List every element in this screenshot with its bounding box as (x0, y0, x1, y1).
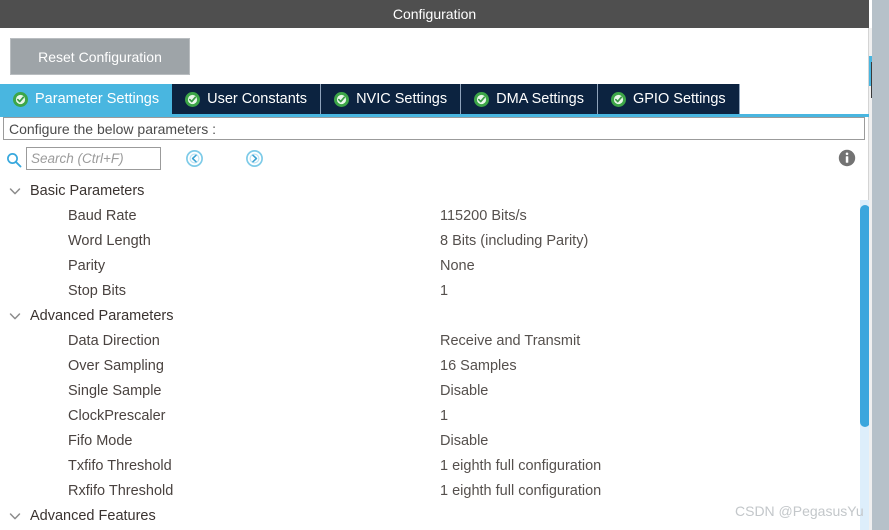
search-input[interactable] (26, 147, 161, 170)
parameter-row[interactable]: Rxfifo Threshold 1 eighth full configurat… (0, 478, 860, 503)
parameter-name: Word Length (68, 232, 151, 249)
parameter-name: ClockPrescaler (68, 407, 166, 424)
parameter-name: Parity (68, 257, 106, 274)
tab-label: GPIO Settings (632, 91, 726, 107)
info-icon[interactable] (838, 149, 856, 167)
tab-label: Parameter Settings (35, 91, 160, 107)
parameter-name: Txfifo Threshold (68, 457, 172, 474)
parameter-name: Rxfifo Threshold (68, 482, 174, 499)
parameter-value[interactable]: None (440, 258, 475, 274)
parameter-list: Basic Parameters Baud Rate 115200 Bits/s Wo… (0, 178, 860, 530)
parameter-name: Over Sampling (68, 357, 164, 374)
info-bar: Configure the below parameters : (3, 117, 865, 140)
info-bar-text: Configure the below parameters : (9, 120, 216, 137)
parameter-name: Baud Rate (68, 207, 137, 224)
green-check-icon (610, 91, 626, 107)
parameter-row[interactable]: Parity None (0, 253, 860, 278)
tab-strip: Parameter Settings User Constants NVIC Set… (0, 84, 869, 114)
configuration-panel: Reset Configuration Parameter Settings Us… (0, 28, 870, 530)
tab-label: User Constants (207, 91, 308, 107)
tab-parameter-settings[interactable]: Parameter Settings (0, 84, 173, 114)
parameter-row[interactable]: Data Direction Receive and Transmit (0, 328, 860, 353)
parameter-value[interactable]: 1 (440, 283, 448, 299)
search-icon[interactable] (6, 152, 22, 168)
parameter-group-header[interactable]: Basic Parameters (0, 178, 860, 203)
search-toolbar (0, 146, 869, 176)
parameter-name: Data Direction (68, 332, 160, 349)
parameter-value[interactable]: Disable (440, 383, 488, 399)
tab-user-constants[interactable]: User Constants (172, 84, 322, 114)
nav-forward-icon[interactable] (245, 149, 264, 168)
parameter-row[interactable]: Word Length 8 Bits (including Parity) (0, 228, 860, 253)
parameter-row[interactable]: ClockPrescaler 1 (0, 403, 860, 428)
parameter-name: Fifo Mode (68, 432, 133, 449)
parameter-value[interactable]: 16 Samples (440, 358, 517, 374)
parameter-row[interactable]: Over Sampling 16 Samples (0, 353, 860, 378)
parameter-group-header[interactable]: Advanced Parameters (0, 303, 860, 328)
reset-configuration-label: Reset Configuration (38, 48, 162, 65)
parameter-value[interactable]: 8 Bits (including Parity) (440, 233, 588, 249)
parameter-row[interactable]: Single Sample Disable (0, 378, 860, 403)
parameter-row[interactable]: Baud Rate 115200 Bits/s (0, 203, 860, 228)
tab-dma-settings[interactable]: DMA Settings (461, 84, 598, 114)
parameter-value[interactable]: Receive and Transmit (440, 333, 580, 349)
parameter-row[interactable]: Txfifo Threshold 1 eighth full configurat… (0, 453, 860, 478)
chevron-down-icon[interactable] (8, 309, 22, 323)
chevron-down-icon[interactable] (8, 509, 22, 523)
parameter-value[interactable]: 1 eighth full configuration (440, 483, 601, 499)
reset-configuration-button[interactable]: Reset Configuration (10, 38, 190, 75)
watermark: CSDN @PegasusYu (735, 503, 864, 519)
parameter-group-label: Basic Parameters (30, 182, 145, 199)
parameter-group-label: Advanced Features (30, 507, 156, 524)
nav-back-icon[interactable] (185, 149, 204, 168)
green-check-icon (334, 91, 350, 107)
parameter-group-label: Advanced Parameters (30, 307, 174, 324)
window-title: Configuration (392, 6, 477, 22)
tab-label: DMA Settings (496, 91, 584, 107)
tab-nvic-settings[interactable]: NVIC Settings (321, 84, 462, 114)
parameter-value[interactable]: 1 eighth full configuration (440, 458, 601, 474)
parameter-row[interactable]: Fifo Mode Disable (0, 428, 860, 453)
tab-label: NVIC Settings (356, 91, 448, 107)
parameter-value[interactable]: 1 (440, 408, 448, 424)
parameter-value[interactable]: Disable (440, 433, 488, 449)
parameter-group-header[interactable]: Advanced Features (0, 503, 860, 528)
green-check-icon (13, 91, 28, 107)
window-titlebar: Configuration (0, 0, 869, 28)
parameter-row[interactable]: Stop Bits 1 (0, 278, 860, 303)
parameter-name: Single Sample (68, 382, 162, 399)
chevron-down-icon[interactable] (8, 184, 22, 198)
parameter-name: Stop Bits (68, 282, 127, 299)
tab-gpio-settings[interactable]: GPIO Settings (597, 84, 740, 114)
green-check-icon (474, 91, 490, 107)
parameter-value[interactable]: 115200 Bits/s (440, 208, 527, 224)
green-check-icon (185, 91, 201, 107)
window-scrollbar-thumb[interactable] (872, 28, 889, 498)
